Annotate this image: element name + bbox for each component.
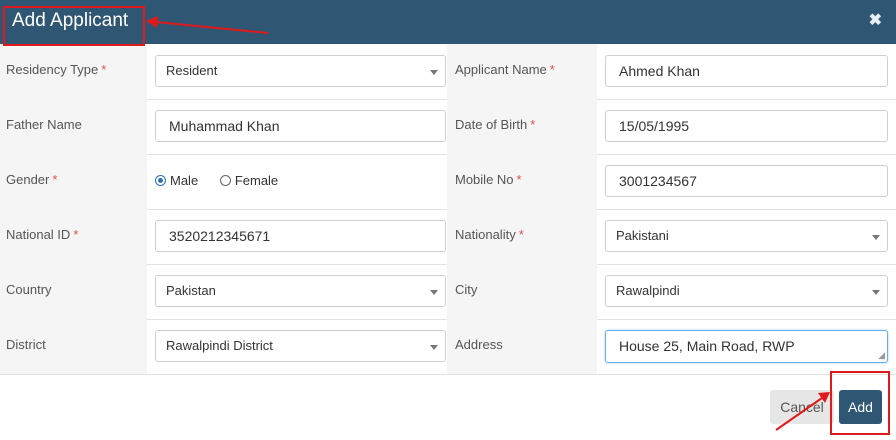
country-select[interactable]: Pakistan [155, 275, 446, 307]
close-icon[interactable]: ✖ [869, 10, 882, 30]
gender-radio-group: Male Female [155, 173, 296, 188]
form-row-father: Father Name Muhammad Khan Date of Birth *… [0, 99, 896, 155]
modal-footer: Cancel Add [0, 375, 896, 440]
required-marker: * [549, 62, 555, 77]
gender-label: Gender * [0, 154, 147, 209]
district-label: District [0, 319, 147, 374]
radio-unchecked-icon[interactable] [219, 175, 231, 186]
cancel-button[interactable]: Cancel [770, 390, 834, 424]
nationality-select[interactable]: Pakistani [605, 220, 888, 252]
applicant-form: Residency Type * Resident Applicant Name *… [0, 44, 896, 375]
national-id-input[interactable]: 3520212345671 [155, 220, 446, 252]
required-marker: * [530, 117, 536, 132]
form-row-national-id: National ID * 3520212345671 Nationality * … [0, 209, 896, 265]
applicant-name-input[interactable]: Ahmed Khan [605, 55, 888, 87]
address-label: Address [447, 319, 597, 374]
date-of-birth-label: Date of Birth * [447, 99, 597, 154]
address-textarea[interactable]: House 25, Main Road, RWP ◢ [605, 330, 888, 363]
city-select[interactable]: Rawalpindi [605, 275, 888, 307]
date-of-birth-input[interactable]: 15/05/1995 [605, 110, 888, 142]
mobile-no-label: Mobile No * [447, 154, 597, 209]
city-label: City [447, 264, 597, 319]
father-name-label: Father Name [0, 99, 147, 154]
gender-male-radio[interactable]: Male [155, 173, 198, 188]
chevron-down-icon [872, 290, 880, 295]
chevron-down-icon [430, 290, 438, 295]
national-id-label: National ID * [0, 209, 147, 264]
required-marker: * [516, 172, 522, 187]
chevron-down-icon [430, 70, 438, 75]
father-name-input[interactable]: Muhammad Khan [155, 110, 446, 142]
title-highlight-box [3, 6, 145, 46]
radio-checked-icon[interactable] [155, 175, 166, 186]
chevron-down-icon [872, 235, 880, 240]
gender-female-radio[interactable]: Female [219, 173, 278, 188]
add-applicant-modal: Add Applicant ✖ Residency Type * Resident… [0, 0, 896, 440]
form-row-country: Country Pakistan City Rawalpindi [0, 264, 896, 320]
residency-type-label: Residency Type * [0, 44, 147, 99]
add-highlight-box [830, 371, 890, 435]
nationality-label: Nationality * [447, 209, 597, 264]
residency-type-select[interactable]: Resident [155, 55, 446, 87]
district-select[interactable]: Rawalpindi District [155, 330, 446, 362]
form-row-district: District Rawalpindi District Address Hou… [0, 319, 896, 375]
applicant-name-label: Applicant Name * [447, 44, 597, 99]
country-label: Country [0, 264, 147, 319]
mobile-number-input[interactable]: 3001234567 [605, 165, 888, 197]
required-marker: * [101, 62, 107, 77]
resize-grip-icon[interactable]: ◢ [878, 351, 885, 360]
required-marker: * [518, 227, 524, 242]
form-row-residency: Residency Type * Resident Applicant Name *… [0, 44, 896, 100]
chevron-down-icon [430, 345, 438, 350]
required-marker: * [73, 227, 79, 242]
required-marker: * [52, 172, 58, 187]
form-row-gender: Gender* Male Female Mobile No* 92 300123… [0, 154, 896, 210]
